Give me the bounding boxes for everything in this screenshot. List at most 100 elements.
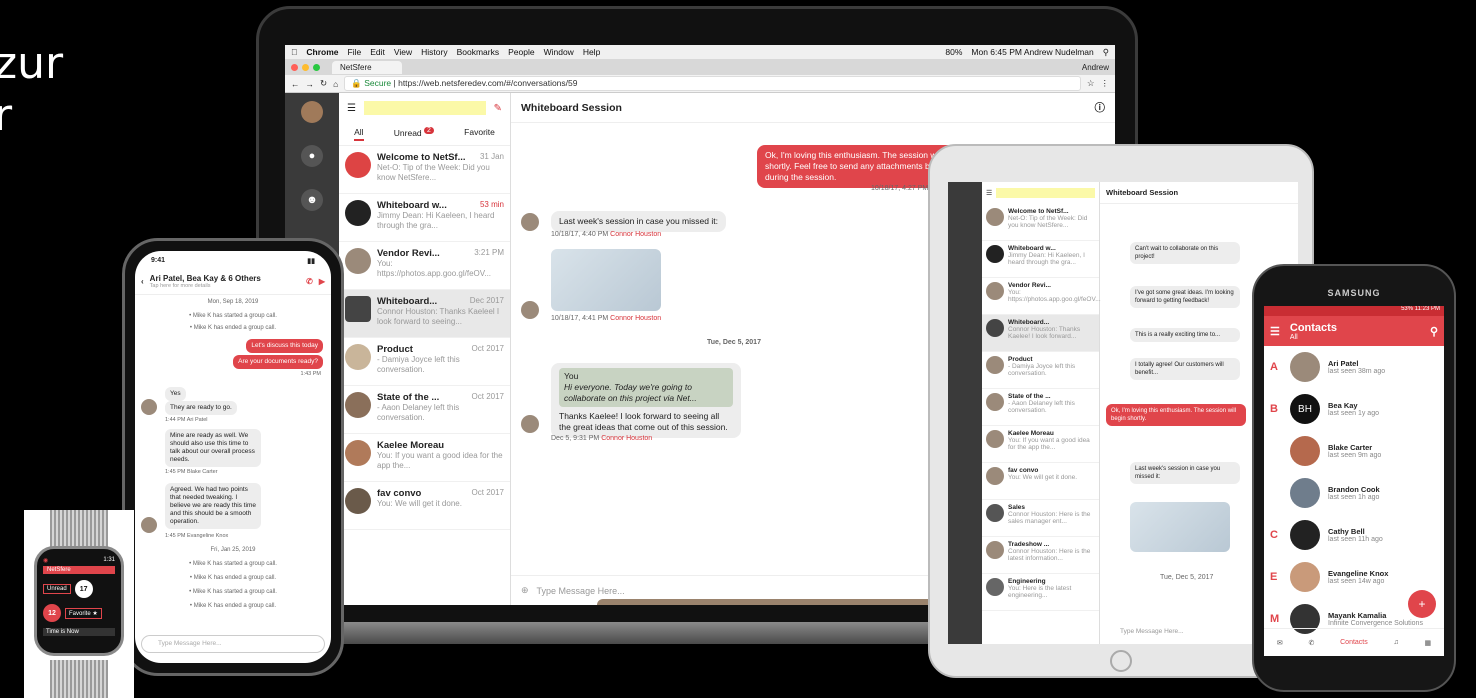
iphone-screen: 9:41 ▮▮ ‹ Ari Patel, Bea Kay & 6 Others Ta… (135, 251, 331, 663)
list-item[interactable]: Vendor Revi... 3:21 PM You: https://photos… (339, 242, 510, 290)
list-item[interactable]: C Cathy Bell last seen 11h ago (1264, 514, 1444, 556)
chat-title[interactable]: Ari Patel, Bea Kay & 6 Others (150, 274, 300, 283)
calendar-icon[interactable]: ▦ (1425, 639, 1432, 647)
message-meta: 10/18/17, 4:40 PM Connor Houston (551, 231, 662, 238)
message-input[interactable]: Type Message Here... (537, 586, 625, 596)
menu-history[interactable]: History (421, 47, 447, 57)
avatar (1290, 352, 1320, 382)
hamburger-icon[interactable]: ☰ (1270, 325, 1280, 338)
message-input[interactable]: Type Message Here... (141, 635, 325, 653)
reload-icon[interactable]: ↻ (320, 78, 327, 89)
unread-button[interactable]: Unread (43, 584, 71, 594)
home-button[interactable] (1110, 650, 1132, 672)
watch-face: ◉ 1:31 NetSfere Unread 17 12 Favorite ★ Tim… (34, 546, 124, 656)
search-icon[interactable]: ⚲ (1430, 325, 1438, 338)
avatar (345, 152, 371, 178)
conversation-header: Whiteboard Session ⓘ (511, 93, 1115, 123)
tab-contacts[interactable]: Contacts (1340, 639, 1368, 646)
list-item[interactable]: Whiteboard w... Jimmy Dean: Hi Kaeleen, I… (982, 241, 1099, 278)
profile-name[interactable]: Andrew (1082, 63, 1109, 72)
tab-all[interactable]: All (354, 127, 364, 141)
list-item[interactable]: Blake Carter last seen 9m ago (1264, 430, 1444, 472)
avatar (1290, 436, 1320, 466)
menu-file[interactable]: File (348, 47, 362, 57)
list-item[interactable]: fav convo You: We will get it done. (982, 463, 1099, 500)
video-icon[interactable]: ▶ (319, 277, 325, 286)
message-input[interactable]: Type Message Here... (1120, 628, 1184, 635)
contacts-icon[interactable]: ☻ (301, 189, 323, 211)
list-item[interactable]: Vendor Revi... You: https://photos.app.go… (982, 278, 1101, 315)
phone-icon[interactable]: ✆ (306, 277, 313, 286)
list-item[interactable]: Kaelee Moreau You: If you want a good ide… (982, 426, 1099, 463)
avatar (345, 248, 371, 274)
android-phone-frame: SAMSUNG 53% 11:23 PM ☰ Contacts All ⚲ A Ar… (1252, 264, 1456, 692)
menu-chrome[interactable]: Chrome (306, 47, 338, 57)
address-field[interactable]: 🔒 Secure | https://web.netsferedev.com/#… (344, 76, 1081, 91)
list-item[interactable]: Tradeshow ... Connor Houston: Here is the… (982, 537, 1099, 574)
message-meta: 10/18/17, 4:27 PM (871, 185, 929, 192)
list-item[interactable]: Welcome to NetSf... 31 Jan Net-O: Tip of t… (339, 146, 510, 194)
menu-help[interactable]: Help (583, 47, 600, 57)
favorite-button[interactable]: Favorite ★ (65, 607, 102, 619)
list-item[interactable]: Whiteboard... Dec 2017 Connor Houston: Tha… (339, 290, 510, 338)
home-icon[interactable]: ⌂ (333, 79, 338, 89)
list-item[interactable]: Engineering You: Here is the latest engin… (982, 574, 1099, 611)
add-contact-button[interactable]: + (1408, 590, 1436, 618)
list-item[interactable]: Sales Connor Houston: Here is the sales m… (982, 500, 1099, 537)
back-icon[interactable]: ← (291, 79, 300, 89)
menu-dots-icon[interactable]: ⋮ (1101, 78, 1110, 89)
message-bubble: Mine are ready as well. We should also u… (165, 429, 261, 467)
list-item[interactable]: Kaelee Moreau You: If you want a good ide… (339, 434, 510, 482)
list-item[interactable]: fav convo Oct 2017 You: We will get it don… (339, 482, 510, 530)
list-item[interactable]: Product Oct 2017- Damiya Joyce left this … (339, 338, 510, 386)
maximize-window-icon[interactable] (313, 63, 320, 71)
message-meta: 10/18/17, 4:41 PM Connor Houston (551, 315, 662, 322)
list-item[interactable]: Whiteboard... Connor Houston: Thanks Kael… (982, 315, 1099, 352)
back-icon[interactable]: ‹ (141, 277, 144, 286)
menu-window[interactable]: Window (544, 47, 574, 57)
menu-view[interactable]: View (394, 47, 412, 57)
shared-image[interactable] (1130, 502, 1230, 552)
hamburger-icon[interactable]: ☰ (347, 103, 356, 114)
menu-people[interactable]: People (508, 47, 534, 57)
avatar[interactable] (301, 101, 323, 123)
message-bubble: Are your documents ready? (233, 355, 323, 369)
search-input[interactable] (996, 188, 1095, 198)
tab-unread[interactable]: Unread 2 (394, 127, 434, 141)
battery-label: 80% (945, 47, 963, 57)
search-input[interactable] (363, 101, 486, 115)
phone-icon[interactable]: ✆ (1309, 639, 1315, 647)
menu-bookmarks[interactable]: Bookmarks (457, 47, 500, 57)
info-icon[interactable]: ⓘ (1095, 100, 1106, 115)
hamburger-icon[interactable]: ☰ (986, 189, 992, 197)
minimize-window-icon[interactable] (302, 63, 309, 71)
list-item[interactable]: State of the ... Oct 2017- Aaon Delaney l… (339, 386, 510, 434)
search-icon[interactable]: ⚲ (1103, 47, 1109, 58)
tab-favorite[interactable]: Favorite (464, 127, 495, 141)
list-tabs: All Unread 2 Favorite (339, 123, 510, 146)
add-icon[interactable]: ⊕ (521, 585, 529, 596)
list-item[interactable]: Brandon Cook last seen 1h ago (1264, 472, 1444, 514)
apple-icon[interactable]:  (291, 47, 297, 57)
list-item[interactable]: A Ari Patel last seen 38m ago (1264, 346, 1444, 388)
status-bar: 53% 11:23 PM (1264, 306, 1444, 316)
menu-edit[interactable]: Edit (370, 47, 385, 57)
list-item[interactable]: B BH Bea Kay last seen 1y ago (1264, 388, 1444, 430)
message-area: Mon, Sep 18, 2019 • Mike K has started a… (135, 295, 331, 625)
star-icon[interactable]: ☆ (1087, 78, 1095, 89)
list-item[interactable]: Whiteboard w... 53 min Jimmy Dean: Hi Kael… (339, 194, 510, 242)
new-chat-icon[interactable]: ✎ (494, 103, 502, 114)
close-window-icon[interactable] (291, 63, 298, 71)
avatar (521, 415, 539, 433)
avatar: BH (1290, 394, 1320, 424)
browser-tab[interactable]: NetSfere (332, 60, 402, 74)
list-item[interactable]: Welcome to NetSf... Net-O: Tip of the Wee… (982, 204, 1099, 241)
forward-icon[interactable]: → (306, 79, 315, 89)
list-item[interactable]: Product - Damiya Joyce left this conversa… (982, 352, 1099, 389)
list-item[interactable]: State of the ... - Aaon Delaney left this… (982, 389, 1099, 426)
chat-icon[interactable]: ● (301, 145, 323, 167)
megaphone-icon[interactable]: ♫ (1394, 639, 1399, 646)
chat-icon[interactable]: ✉ (1277, 639, 1283, 647)
system-message: • Mike K has ended a group call. (189, 603, 277, 609)
shared-image[interactable] (551, 249, 661, 311)
